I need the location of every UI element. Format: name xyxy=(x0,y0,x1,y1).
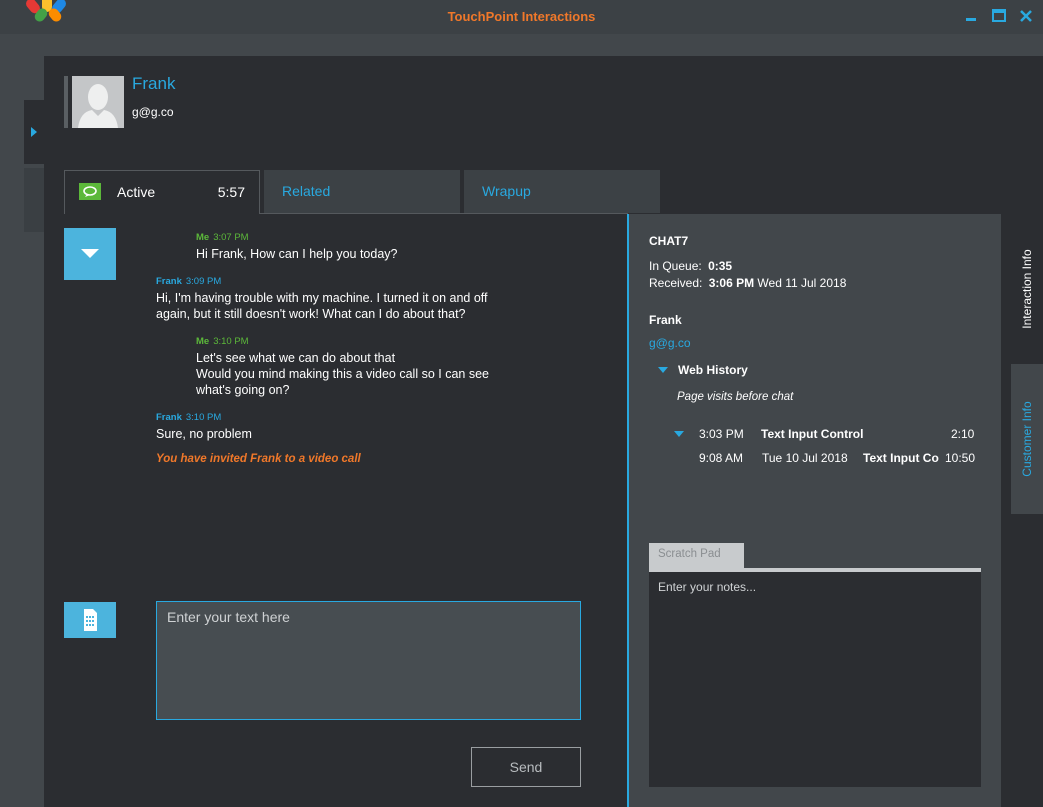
avatar xyxy=(72,76,124,128)
chat-message: Frank 3:09 PM Hi, I'm having trouble with… xyxy=(156,276,488,322)
history-time: 3:03 PM xyxy=(699,427,744,441)
info-customer-email[interactable]: g@g.co xyxy=(649,336,691,350)
close-icon[interactable] xyxy=(1018,8,1034,24)
in-queue-value: 0:35 xyxy=(708,259,733,273)
tab-wrapup-label: Wrapup xyxy=(482,183,531,199)
maximize-icon[interactable] xyxy=(991,8,1007,24)
web-history-toggle-icon[interactable] xyxy=(658,367,668,373)
chat-message: Me 3:10 PM Let's see what we can do about… xyxy=(196,336,489,398)
received-label: Received: xyxy=(649,276,703,290)
customer-name: Frank xyxy=(132,74,176,93)
send-button[interactable]: Send xyxy=(471,747,581,787)
web-history-title[interactable]: Web History xyxy=(678,363,748,377)
message-line: Would you mind making this a video call … xyxy=(196,367,489,381)
message-sender: Frank xyxy=(156,412,182,423)
tab-related[interactable]: Related xyxy=(264,170,460,213)
message-line: Sure, no problem xyxy=(156,427,252,441)
message-line: Let's see what we can do about that xyxy=(196,351,396,365)
side-tab-label: Customer Info xyxy=(1020,401,1034,477)
message-line: Hi, I'm having trouble with my machine. … xyxy=(156,291,488,305)
side-tab-customer-info[interactable]: Customer Info xyxy=(1011,364,1043,514)
chevron-right-icon xyxy=(31,127,37,137)
received-date: Wed 11 Jul 2018 xyxy=(757,276,847,290)
document-icon xyxy=(84,609,97,631)
side-tab-label: Interaction Info xyxy=(1020,249,1034,329)
web-history-subtitle: Page visits before chat xyxy=(677,391,794,403)
history-row-toggle-icon[interactable] xyxy=(674,431,684,437)
side-tab-interaction-info[interactable]: Interaction Info xyxy=(1011,214,1043,364)
history-duration: 10:50 xyxy=(945,451,976,465)
tab-active[interactable]: Active 5:57 xyxy=(64,170,260,214)
scratch-pad-notes[interactable] xyxy=(649,572,981,787)
tab-related-label: Related xyxy=(282,183,331,199)
received-time: 3:06 PM xyxy=(708,276,755,290)
message-sender: Me xyxy=(196,232,210,243)
message-sender: Frank xyxy=(156,276,182,287)
outer-frame-top xyxy=(44,34,1043,56)
message-line: Hi Frank, How can I help you today? xyxy=(196,247,398,261)
interaction-timer: 5:57 xyxy=(217,184,245,200)
in-queue-label: In Queue: xyxy=(649,259,702,273)
message-line: again, but it still doesn't work! What c… xyxy=(156,307,466,321)
collapse-header-button[interactable] xyxy=(64,228,116,280)
message-time: 3:10 PM xyxy=(213,336,249,347)
sidebar-expand-button[interactable] xyxy=(24,100,44,164)
chat-message: Me 3:07 PM Hi Frank, How can I help you t… xyxy=(196,232,398,262)
history-date: Tue 10 Jul 2018 xyxy=(762,451,848,465)
window-title: TouchPoint Interactions xyxy=(447,9,596,24)
info-customer-name: Frank xyxy=(649,313,682,327)
chat-message-input[interactable] xyxy=(156,601,581,720)
history-page[interactable]: Text Input Co xyxy=(863,451,939,465)
video-invite-notice: You have invited Frank to a video call xyxy=(156,453,361,465)
sidebar-strip xyxy=(24,168,44,232)
minimize-icon[interactable] xyxy=(963,8,979,24)
chat-message: Frank 3:10 PM Sure, no problem xyxy=(156,412,252,442)
scratch-pad-tab[interactable]: Scratch Pad xyxy=(649,543,744,568)
channel-name: CHAT7 xyxy=(649,234,689,248)
message-time: 3:10 PM xyxy=(185,412,222,423)
message-sender: Me xyxy=(196,336,210,347)
message-time: 3:07 PM xyxy=(213,232,249,243)
attach-file-button[interactable] xyxy=(64,602,116,638)
title-bar: TouchPoint Interactions xyxy=(0,0,1043,34)
avatar-accent-bar xyxy=(64,76,68,128)
customer-email: g@g.co xyxy=(132,105,174,119)
chevron-down-icon xyxy=(81,249,99,258)
history-time: 9:08 AM xyxy=(699,451,744,465)
message-line: what's going on? xyxy=(196,383,290,397)
tab-active-label: Active xyxy=(117,184,156,200)
person-icon xyxy=(72,76,124,128)
chat-icon xyxy=(79,183,101,200)
history-page[interactable]: Text Input Control xyxy=(761,427,863,441)
tab-wrapup[interactable]: Wrapup xyxy=(464,170,660,213)
history-duration: 2:10 xyxy=(951,427,975,441)
queue-time-row: In Queue: 0:35 xyxy=(649,259,732,273)
received-row: Received: 3:06 PM Wed 11 Jul 2018 xyxy=(649,276,846,290)
message-time: 3:09 PM xyxy=(185,276,222,287)
